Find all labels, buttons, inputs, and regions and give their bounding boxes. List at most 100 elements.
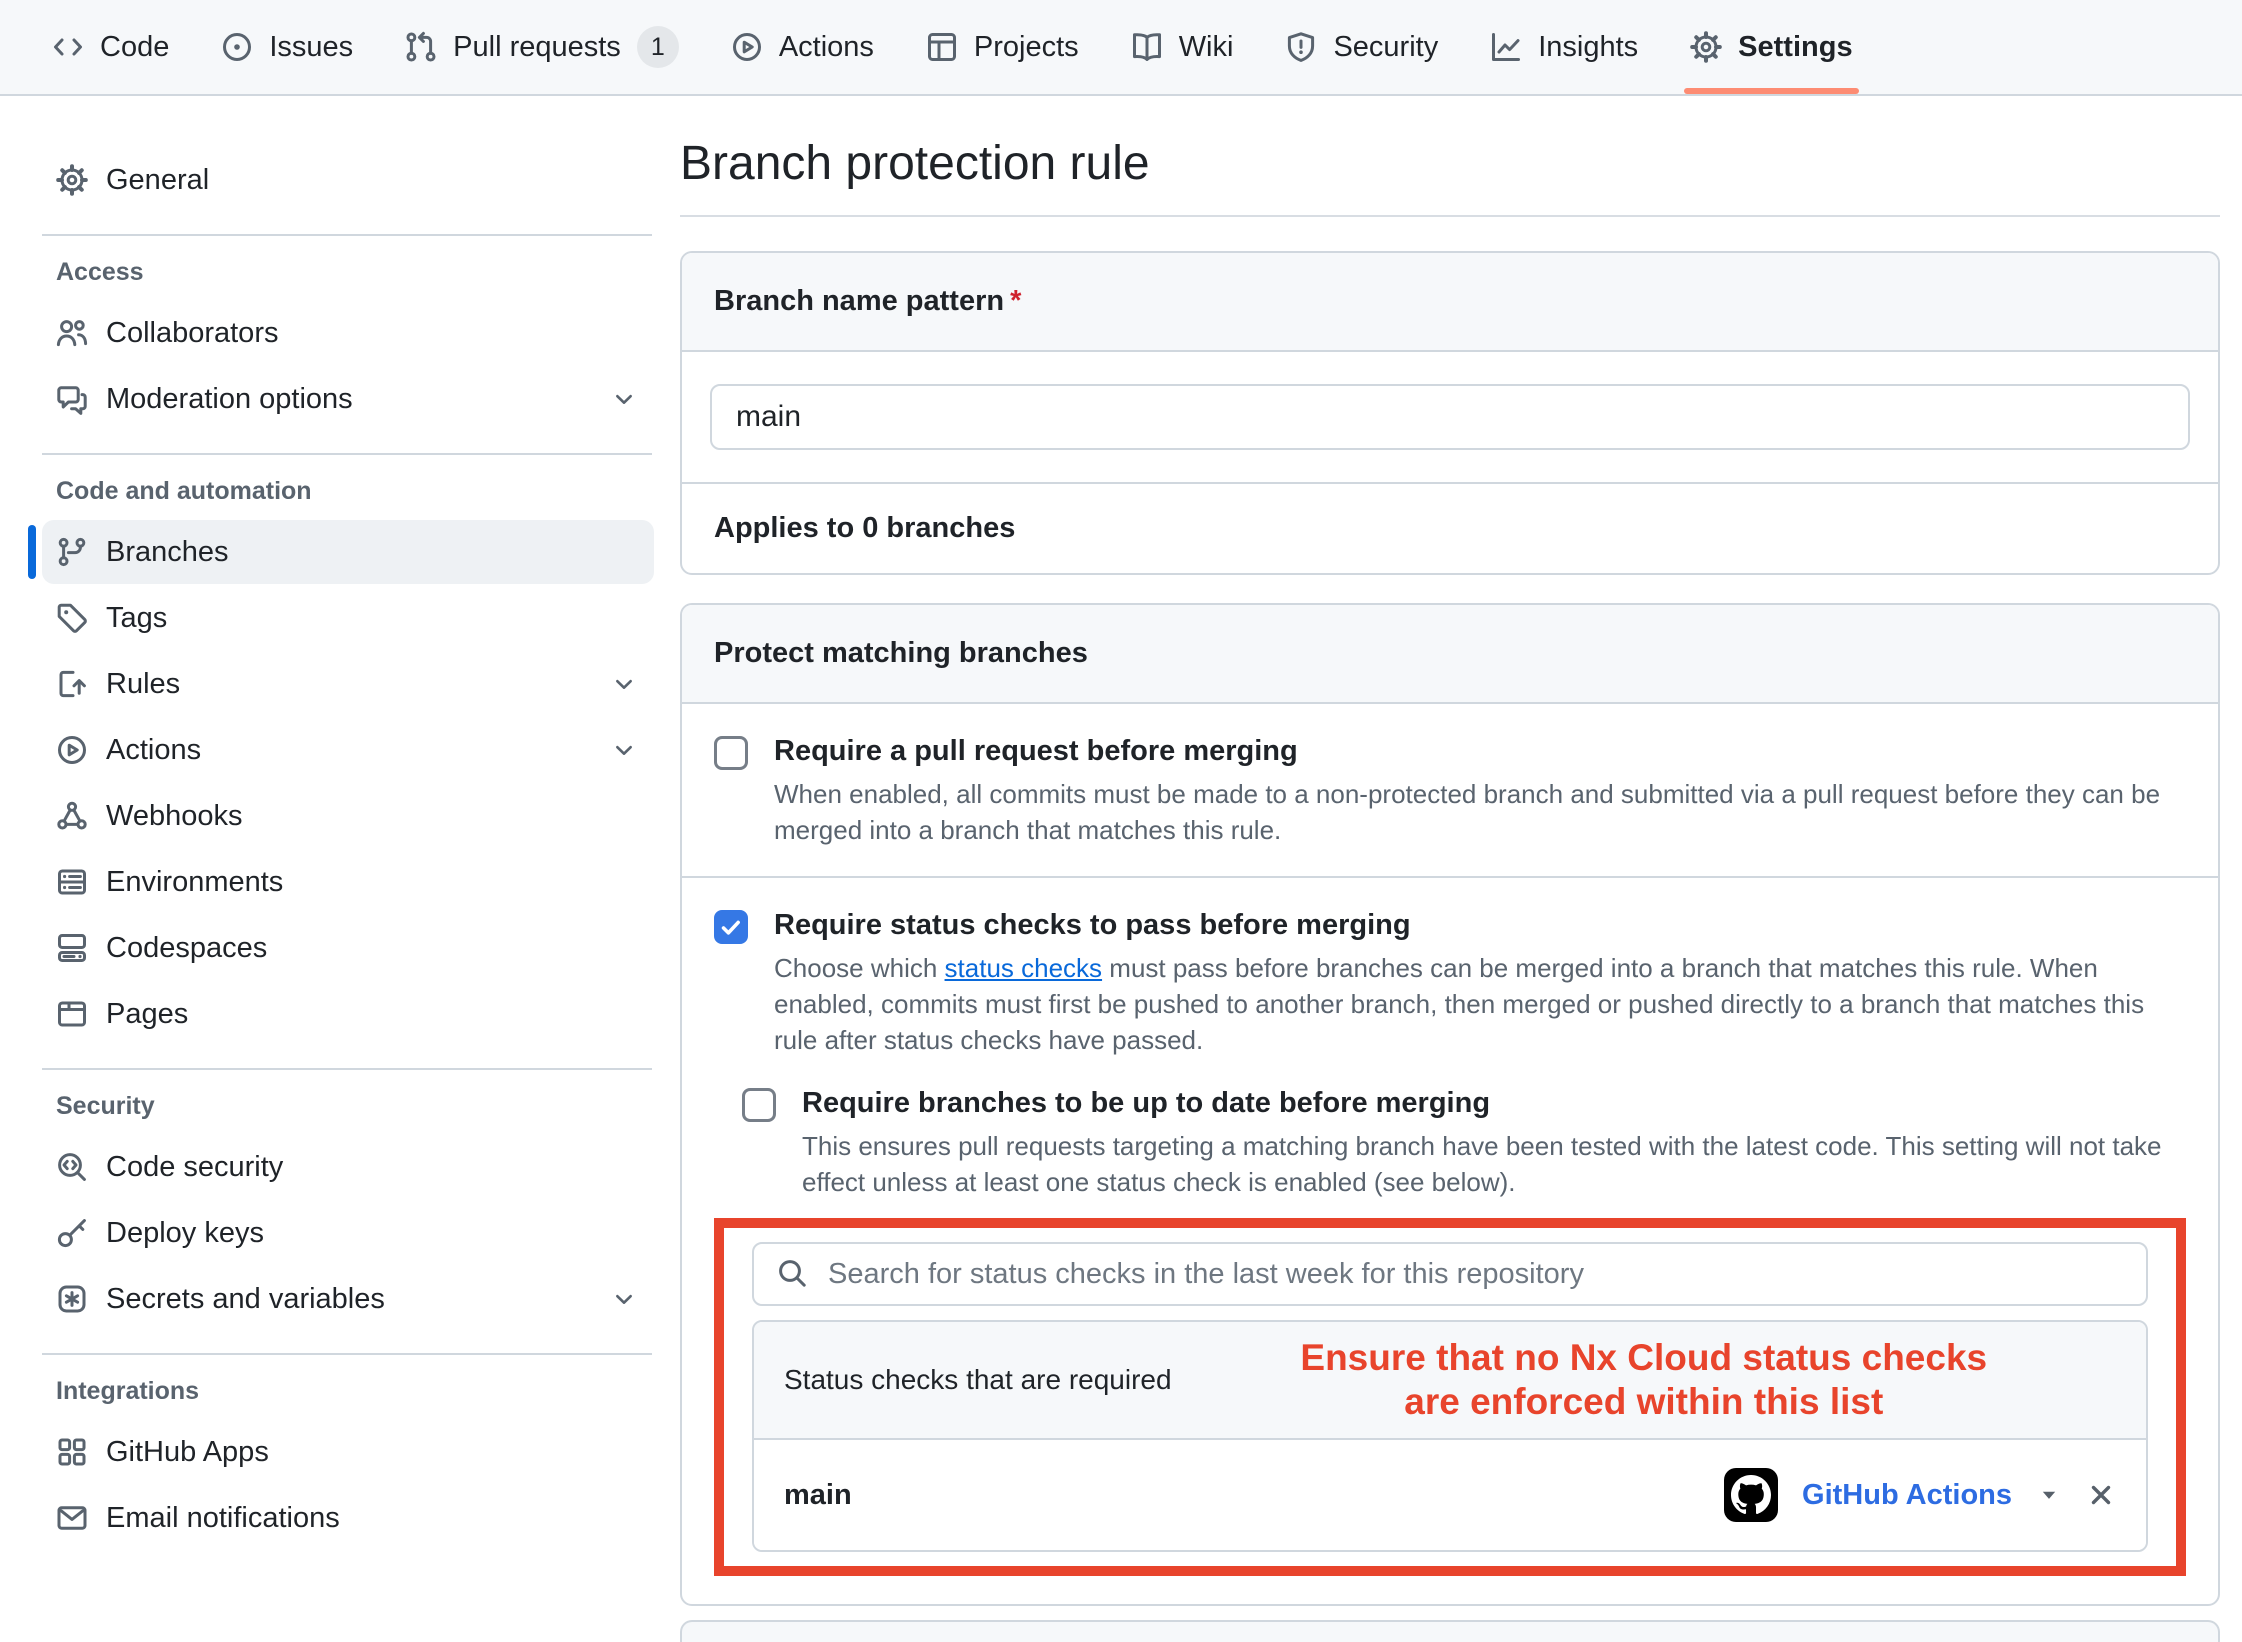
require-pr-checkbox[interactable]	[714, 736, 748, 770]
annotation-line: are enforced within this list	[1172, 1380, 2116, 1424]
git-pull-request-icon	[405, 31, 437, 63]
require-up-to-date-description: This ensures pull requests targeting a m…	[802, 1128, 2186, 1200]
tag-icon	[56, 602, 88, 634]
protect-matching-branches-card: Protect matching branches Require a pull…	[680, 603, 2220, 1606]
tab-security[interactable]: Security	[1265, 0, 1458, 94]
sidebar-item-general[interactable]: General	[42, 148, 654, 212]
sidebar-item-rules[interactable]: Rules	[42, 652, 654, 716]
shield-icon	[1285, 31, 1317, 63]
annotation-highlight-box: Status checks that are required Ensure t…	[714, 1218, 2186, 1576]
settings-sidebar: General Access Collaborators Moderation …	[0, 96, 662, 1552]
people-icon	[56, 317, 88, 349]
page-title: Branch protection rule	[680, 136, 2220, 191]
sidebar-item-label: Email notifications	[106, 1502, 638, 1535]
tab-issues[interactable]: Issues	[201, 0, 373, 94]
sidebar-item-label: Secrets and variables	[106, 1283, 592, 1316]
sidebar-item-github-apps[interactable]: GitHub Apps	[42, 1420, 654, 1484]
tab-label: Insights	[1538, 31, 1638, 64]
server-icon	[56, 866, 88, 898]
graph-icon	[1490, 31, 1522, 63]
sidebar-item-label: Collaborators	[106, 317, 638, 350]
gear-icon	[56, 164, 88, 196]
sidebar-item-collaborators[interactable]: Collaborators	[42, 301, 654, 365]
tab-label: Security	[1333, 31, 1438, 64]
sidebar-item-moderation-options[interactable]: Moderation options	[42, 367, 654, 431]
annotation-line: Ensure that no Nx Cloud status checks	[1172, 1336, 2116, 1380]
status-check-search-input[interactable]	[752, 1242, 2148, 1306]
sidebar-item-webhooks[interactable]: Webhooks	[42, 784, 654, 848]
repo-tab-bar: Code Issues Pull requests 1 Actions Proj…	[0, 0, 2242, 96]
next-section-cut-off	[680, 1620, 2220, 1642]
github-actions-link[interactable]: GitHub Actions	[1802, 1479, 2012, 1512]
github-actions-logo	[1724, 1468, 1778, 1522]
pull-requests-count-badge: 1	[637, 26, 679, 68]
require-status-checks-description: Choose which status checks must pass bef…	[774, 950, 2184, 1058]
sidebar-item-email-notifications[interactable]: Email notifications	[42, 1486, 654, 1550]
sidebar-item-tags[interactable]: Tags	[42, 586, 654, 650]
sidebar-item-pages[interactable]: Pages	[42, 982, 654, 1046]
code-scan-icon	[56, 1151, 88, 1183]
sidebar-item-branches[interactable]: Branches	[42, 520, 654, 584]
sidebar-item-label: General	[106, 164, 638, 197]
description-text: Choose which	[774, 953, 945, 983]
browser-icon	[56, 998, 88, 1030]
sidebar-item-label: Tags	[106, 602, 638, 635]
tab-code[interactable]: Code	[32, 0, 189, 94]
tab-wiki[interactable]: Wiki	[1111, 0, 1254, 94]
sidebar-item-secrets-and-variables[interactable]: Secrets and variables	[42, 1267, 654, 1331]
tab-label: Issues	[269, 31, 353, 64]
require-status-checks-checkbox[interactable]	[714, 910, 748, 944]
sidebar-item-deploy-keys[interactable]: Deploy keys	[42, 1201, 654, 1265]
tab-label: Code	[100, 31, 169, 64]
required-status-checks-title: Status checks that are required	[784, 1364, 1172, 1396]
checkmark-icon	[718, 914, 744, 940]
chevron-down-icon	[610, 385, 638, 413]
tab-projects[interactable]: Projects	[906, 0, 1099, 94]
tab-settings[interactable]: Settings	[1670, 0, 1872, 94]
webhook-icon	[56, 800, 88, 832]
branch-name-pattern-card: Branch name pattern* Applies to 0 branch…	[680, 251, 2220, 575]
required-asterisk: *	[1010, 285, 1021, 317]
gear-icon	[1690, 31, 1722, 63]
main-content: Branch protection rule Branch name patte…	[662, 96, 2242, 1642]
table-icon	[926, 31, 958, 63]
sidebar-item-label: Moderation options	[106, 383, 592, 416]
sidebar-item-label: Rules	[106, 668, 592, 701]
require-pr-label: Require a pull request before merging	[774, 732, 2184, 770]
status-checks-link[interactable]: status checks	[945, 953, 1103, 983]
chevron-down-icon	[610, 1285, 638, 1313]
status-check-search	[752, 1242, 2148, 1306]
require-up-to-date-label: Require branches to be up to date before…	[802, 1084, 2186, 1122]
require-status-checks-row: Require status checks to pass before mer…	[682, 878, 2218, 1604]
codespaces-icon	[56, 932, 88, 964]
apps-icon	[56, 1436, 88, 1468]
branch-name-pattern-input[interactable]	[710, 384, 2190, 450]
caret-down-icon[interactable]	[2036, 1482, 2062, 1508]
mail-icon	[56, 1502, 88, 1534]
tab-insights[interactable]: Insights	[1470, 0, 1658, 94]
remove-status-check-icon[interactable]	[2086, 1480, 2116, 1510]
chevron-down-icon	[610, 736, 638, 764]
sidebar-item-codespaces[interactable]: Codespaces	[42, 916, 654, 980]
tab-actions[interactable]: Actions	[711, 0, 894, 94]
sidebar-item-label: Actions	[106, 734, 592, 767]
require-up-to-date-block: Require branches to be up to date before…	[742, 1084, 2186, 1200]
sidebar-section-integrations: Integrations	[56, 1377, 654, 1406]
divider	[42, 1353, 652, 1355]
asterisk-icon	[56, 1283, 88, 1315]
tab-pull-requests[interactable]: Pull requests 1	[385, 0, 699, 94]
sidebar-item-actions[interactable]: Actions	[42, 718, 654, 782]
sidebar-section-access: Access	[56, 258, 654, 287]
annotation-text: Ensure that no Nx Cloud status checks ar…	[1172, 1336, 2116, 1424]
tab-label: Wiki	[1179, 31, 1234, 64]
sidebar-item-label: Branches	[106, 536, 638, 569]
sidebar-item-label: Webhooks	[106, 800, 638, 833]
sidebar-item-code-security[interactable]: Code security	[42, 1135, 654, 1199]
tab-label: Pull requests	[453, 31, 621, 64]
search-icon	[776, 1257, 808, 1289]
key-icon	[56, 1217, 88, 1249]
sidebar-item-label: Deploy keys	[106, 1217, 638, 1250]
require-up-to-date-checkbox[interactable]	[742, 1088, 776, 1122]
status-check-row: main GitHub Actions	[754, 1440, 2146, 1550]
sidebar-item-environments[interactable]: Environments	[42, 850, 654, 914]
